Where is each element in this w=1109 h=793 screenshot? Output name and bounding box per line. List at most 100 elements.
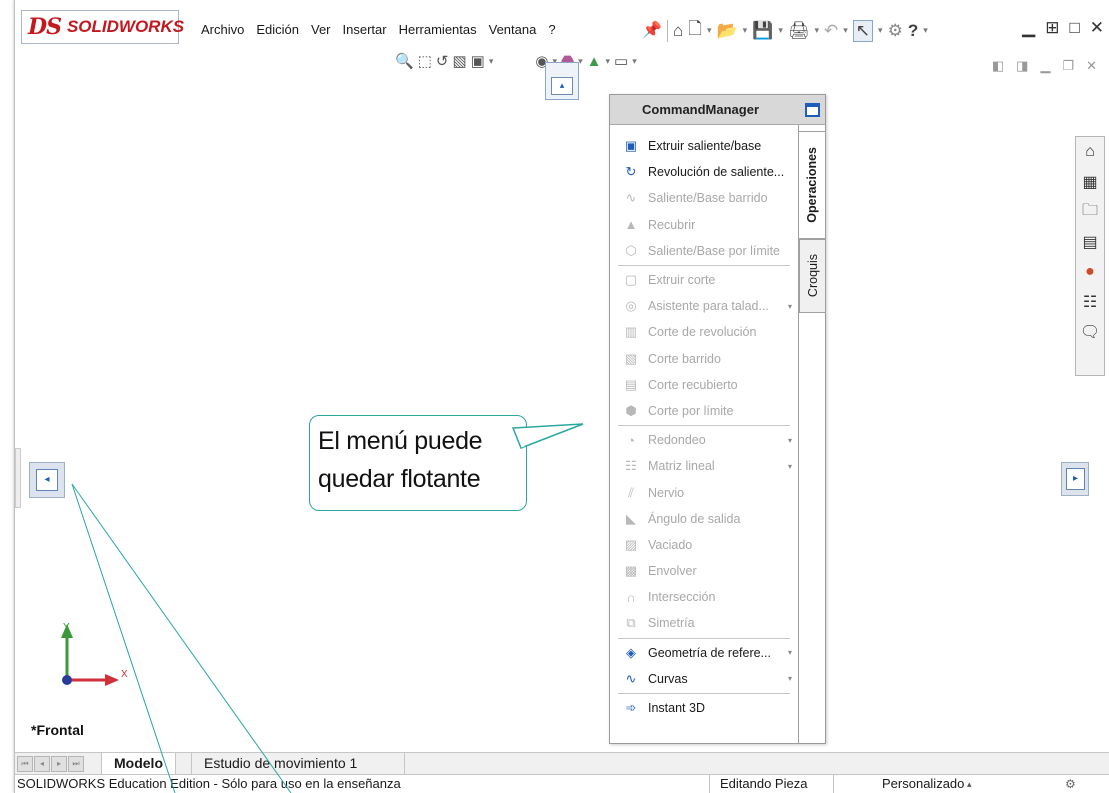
view-palette-icon[interactable]: ▤ [1077, 227, 1103, 257]
appearances-icon[interactable]: ● [1077, 257, 1103, 287]
command-item: ☷ Matriz lineal ▾ [610, 453, 798, 479]
undo-icon[interactable]: ↶ [824, 21, 838, 41]
minimize-icon[interactable]: ▁ [1022, 18, 1035, 38]
tab-operaciones[interactable]: Operaciones [799, 131, 826, 239]
zoom-area-icon[interactable]: ⬚ [418, 52, 432, 70]
view-name: *Frontal [31, 722, 84, 738]
file-explorer-icon[interactable]: 🗀 [1077, 197, 1103, 227]
solidworks-logo[interactable]: DS SOLIDWORKS [21, 10, 184, 44]
chevron-down-icon[interactable]: ▾ [843, 25, 848, 36]
section-view-icon[interactable]: ▧ [452, 52, 466, 70]
command-item: ◎ Asistente para talad... ▾ [610, 293, 798, 319]
dock-right-icon[interactable]: ◨ [1016, 58, 1028, 74]
command-item: ⧉ Simetría [610, 610, 798, 636]
minimize-icon[interactable]: ▁ [1040, 58, 1050, 74]
forum-icon[interactable]: 🗨 [1077, 317, 1103, 347]
menu-edicion[interactable]: Edición [256, 22, 299, 37]
menu-ventana[interactable]: Ventana [489, 22, 537, 37]
command-item[interactable]: ↻ Revolución de saliente... [610, 159, 798, 185]
chevron-down-icon[interactable]: ▾ [788, 462, 792, 471]
command-item: ◣ Ángulo de salida [610, 506, 798, 532]
command-manager-header[interactable]: CommandManager [610, 95, 825, 125]
apply-scene-icon[interactable]: ▲ [587, 53, 602, 70]
dock-left-icon[interactable]: ◧ [992, 58, 1004, 74]
tab-croquis[interactable]: Croquis [799, 239, 826, 313]
view-settings-icon[interactable]: ▭ [614, 52, 628, 70]
close-icon[interactable]: ✕ [1090, 18, 1104, 38]
arrow-right-icon[interactable]: ▸ [1066, 468, 1085, 490]
chevron-down-icon[interactable]: ▾ [743, 25, 748, 36]
chevron-down-icon[interactable]: ▾ [788, 436, 792, 445]
show-feature-manager-handle[interactable]: ◂ [29, 462, 65, 498]
restore-icon[interactable]: ❐ [1062, 58, 1074, 74]
separator [618, 264, 790, 266]
caret-up-icon[interactable]: ▴ [551, 77, 573, 95]
dock-panel-icon[interactable] [805, 103, 820, 117]
arrow-left-icon[interactable]: ◂ [36, 469, 58, 491]
command-item: ∩ Intersección [610, 584, 798, 610]
chevron-down-icon[interactable]: ▾ [605, 56, 610, 67]
maximize-icon[interactable]: □ [1069, 18, 1079, 38]
tile-icon[interactable]: ⊞ [1045, 18, 1059, 38]
menu-insertar[interactable]: Insertar [343, 22, 387, 37]
separator [667, 19, 668, 42]
command-item[interactable]: ∿ Curvas ▾ [610, 666, 798, 692]
chevron-down-icon[interactable]: ▾ [923, 25, 928, 36]
command-item: ▩ Envolver [610, 558, 798, 584]
command-item: ◔ Redondeo ▾ [610, 427, 798, 453]
design-library-icon[interactable]: ▦ [1077, 167, 1103, 197]
new-document-icon[interactable]: 🗋 [688, 16, 702, 45]
show-task-pane-handle[interactable]: ▸ [1061, 462, 1089, 496]
command-item[interactable]: ◈ Geometría de refere... ▾ [610, 640, 798, 666]
rebuild-status-icon[interactable]: ⚙ [1065, 775, 1076, 793]
callout-text: El menú puede quedar flotante [318, 422, 526, 498]
command-manager-panel[interactable]: CommandManager ▣ Extruir saliente/base ↻ Re… [609, 94, 826, 744]
chevron-down-icon[interactable]: ▾ [788, 648, 792, 657]
chevron-down-icon[interactable]: ▾ [788, 302, 792, 311]
command-label: Corte recubierto [648, 377, 738, 392]
hole-wizard-icon: ◎ [625, 298, 637, 314]
command-item[interactable]: ➾ Instant 3D [610, 695, 798, 721]
prev-tab-icon[interactable]: ◂ [34, 756, 50, 772]
linear-pattern-icon: ☷ [625, 458, 637, 474]
chevron-down-icon[interactable]: ▾ [788, 674, 792, 683]
menu-help[interactable]: ? [548, 22, 555, 37]
chevron-down-icon[interactable]: ▾ [489, 56, 494, 67]
home-icon[interactable]: ⌂ [673, 21, 683, 41]
revolve-boss-icon: ↻ [625, 164, 637, 180]
options-icon[interactable]: ⚙ [888, 21, 903, 41]
first-tab-icon[interactable]: ⏮ [17, 756, 33, 772]
pin-icon[interactable]: 📌 [642, 20, 662, 40]
menu-ver[interactable]: Ver [311, 22, 331, 37]
left-pane-grip[interactable] [15, 448, 21, 508]
help-icon[interactable]: ? [908, 21, 918, 41]
command-item: ▧ Corte barrido [610, 346, 798, 372]
print-icon[interactable]: 🖨 [788, 21, 810, 41]
close-icon[interactable]: ✕ [1086, 58, 1097, 74]
tab-estudio-movimiento[interactable]: Estudio de movimiento 1 [191, 753, 405, 775]
chevron-down-icon[interactable]: ▾ [878, 25, 883, 36]
home-icon[interactable]: ⌂ [1077, 137, 1103, 167]
command-label: Saliente/Base barrido [648, 191, 768, 206]
chevron-down-icon[interactable]: ▾ [632, 56, 637, 67]
view-orientation-icon[interactable]: ▣ [471, 52, 485, 70]
command-item[interactable]: ▣ Extruir saliente/base [610, 133, 798, 159]
menu-bar: Archivo Edición Ver Insertar Herramienta… [201, 22, 556, 37]
tab-modelo[interactable]: Modelo [101, 753, 176, 775]
chevron-down-icon[interactable]: ▾ [814, 25, 819, 36]
caret-up-icon[interactable]: ▴ [967, 775, 972, 793]
view-orientation-popup[interactable]: ▴ [545, 62, 579, 100]
open-icon[interactable]: 📂 [716, 21, 737, 41]
next-tab-icon[interactable]: ▸ [51, 756, 67, 772]
chevron-down-icon[interactable]: ▾ [778, 25, 783, 36]
custom-properties-icon[interactable]: ☷ [1077, 287, 1103, 317]
menu-herramientas[interactable]: Herramientas [399, 22, 477, 37]
x-label: X [121, 669, 128, 680]
zoom-to-fit-icon[interactable]: 🔍 [395, 52, 414, 70]
save-icon[interactable]: 💾 [752, 21, 773, 41]
previous-view-icon[interactable]: ↺ [436, 52, 449, 70]
chevron-down-icon[interactable]: ▾ [707, 25, 712, 36]
menu-archivo[interactable]: Archivo [201, 22, 244, 37]
select-icon[interactable]: ↖ [852, 19, 874, 42]
last-tab-icon[interactable]: ⏭ [68, 756, 84, 772]
